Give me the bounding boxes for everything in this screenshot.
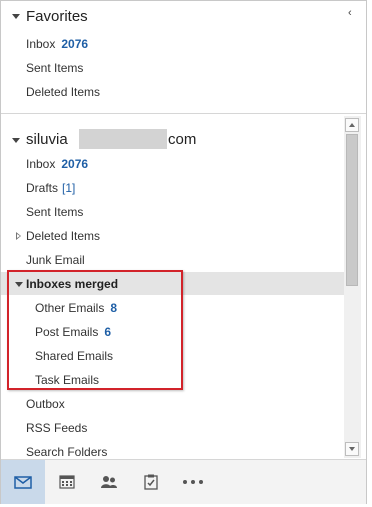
calendar-icon: [59, 475, 75, 489]
account-item-drafts[interactable]: Drafts [1]: [26, 181, 75, 195]
account-item-sent[interactable]: Sent Items: [26, 205, 83, 219]
up-arrow-icon: [349, 123, 355, 127]
expand-deleted-icon[interactable]: [16, 232, 21, 240]
scroll-thumb[interactable]: [346, 134, 358, 286]
more-icon: [183, 480, 203, 484]
account-item-deleted[interactable]: Deleted Items: [26, 229, 100, 243]
scroll-down-button[interactable]: [345, 442, 359, 456]
nav-more-button[interactable]: [173, 460, 213, 504]
tasks-icon: [144, 474, 158, 490]
collapse-favorites-icon[interactable]: [12, 14, 20, 19]
nav-tasks-button[interactable]: [129, 460, 173, 504]
collapse-pane-icon[interactable]: ‹: [348, 7, 352, 19]
favorites-item-deleted[interactable]: Deleted Items: [26, 85, 100, 99]
account-domain: com: [168, 131, 197, 148]
down-arrow-icon: [349, 447, 355, 451]
account-item-junk[interactable]: Junk Email: [26, 253, 85, 267]
scroll-up-button[interactable]: [345, 118, 359, 132]
vertical-scrollbar[interactable]: [344, 116, 361, 458]
favorites-item-inbox[interactable]: Inbox 2076: [26, 37, 88, 51]
mail-icon: [14, 475, 32, 489]
nav-people-button[interactable]: [89, 460, 129, 504]
folder-pane: Favorites ‹ Inbox 2076 Sent Items Deleted…: [0, 0, 367, 504]
account-item-inbox[interactable]: Inbox 2076: [26, 157, 88, 171]
divider: [1, 113, 366, 114]
collapse-account-icon[interactable]: [12, 138, 20, 143]
account-item-search-folders[interactable]: Search Folders: [26, 445, 107, 459]
redacted-email-block: [79, 129, 167, 149]
account-name[interactable]: siluvia: [26, 131, 68, 148]
people-icon: [101, 476, 117, 488]
account-item-rss[interactable]: RSS Feeds: [26, 421, 87, 435]
nav-calendar-button[interactable]: [45, 460, 89, 504]
account-item-outbox[interactable]: Outbox: [26, 397, 65, 411]
nav-mail-button[interactable]: [1, 460, 45, 504]
favorites-title[interactable]: Favorites: [26, 8, 88, 25]
bottom-navigation: [1, 459, 366, 504]
highlight-annotation-box: [7, 270, 183, 390]
favorites-item-sent[interactable]: Sent Items: [26, 61, 83, 75]
